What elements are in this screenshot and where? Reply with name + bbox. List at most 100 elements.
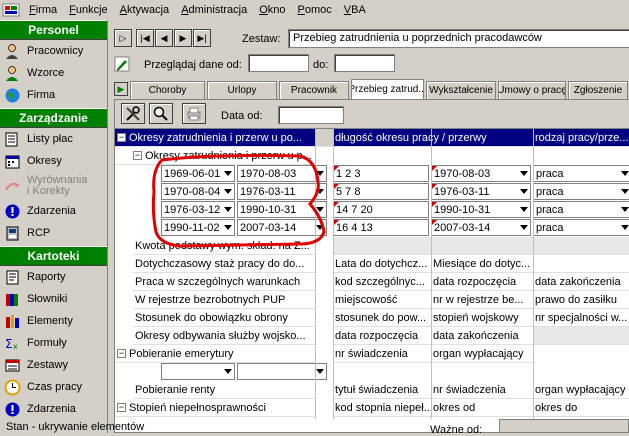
sidebar-item-zdarzenia-1[interactable]: Zdarzenia — [0, 200, 107, 222]
play-button[interactable]: ▷ — [114, 29, 132, 47]
date-combo[interactable]: 2007-03-14 — [431, 219, 531, 236]
menu-pomoc[interactable]: Pomoc — [292, 0, 338, 20]
print-button[interactable] — [182, 103, 206, 124]
menu-aktywacja[interactable]: Aktywacja — [114, 0, 176, 20]
dlugosc-field[interactable]: 16 4 13 — [333, 219, 429, 236]
collapse-icon[interactable]: − — [117, 403, 126, 412]
menu-administracja[interactable]: Administracja — [175, 0, 253, 20]
tab-choroby[interactable]: Choroby — [130, 81, 205, 99]
info-row-c2[interactable]: Miesiące do dotyc... — [431, 255, 533, 273]
info-row-c2[interactable]: data rozpoczęcia — [431, 273, 533, 291]
info-row-c1[interactable]: Lata do dotychcz... — [333, 255, 431, 273]
info-row-c3[interactable] — [533, 255, 629, 273]
stopien-label[interactable]: − Stopień niepełnosprawności — [115, 399, 315, 417]
collapse-icon[interactable]: − — [117, 349, 126, 358]
tab-urlopy[interactable]: Urlopy — [207, 81, 277, 99]
info-row-label[interactable]: Praca w szczególnych warunkach — [133, 273, 315, 291]
sidebar-item-zestawy[interactable]: Zestawy — [0, 354, 107, 376]
renty-c2[interactable]: nr świadczenia — [431, 381, 533, 399]
renty-c3[interactable]: organ wypłacający — [533, 381, 629, 399]
date-from-field[interactable] — [248, 54, 309, 72]
tab-przebieg[interactable]: Przebieg zatrud... — [351, 79, 424, 99]
info-row-label[interactable]: Stosunek do obowiązku obrony — [133, 309, 315, 327]
emerytura-from-combo[interactable] — [161, 363, 235, 380]
edit-pencil-icon[interactable] — [114, 56, 130, 72]
sidebar-item-zdarzenia-2[interactable]: Zdarzenia — [0, 398, 107, 420]
tab-wyksztalcenie[interactable]: Wykształcenie — [426, 81, 496, 99]
tab-scroll-button[interactable]: ▶ — [114, 82, 128, 96]
collapse-icon[interactable]: − — [133, 151, 142, 160]
date-combo[interactable]: 1990-10-31 — [431, 201, 531, 218]
tools-button[interactable] — [121, 103, 145, 124]
menu-vba[interactable]: V BA — [338, 0, 372, 20]
sidebar-item-czas-pracy[interactable]: Czas pracy — [0, 376, 107, 398]
sidebar-header-kartoteki[interactable]: Kartoteki — [0, 246, 107, 266]
grid-header-tree[interactable]: − Okresy zatrudnienia i przerw u po... — [115, 129, 315, 147]
info-row-c2[interactable]: stopień wojskowy — [431, 309, 533, 327]
dlugosc-field[interactable]: 1 2 3 — [333, 165, 429, 182]
rodzaj-combo[interactable]: praca — [533, 219, 629, 236]
date-combo[interactable]: 1970-08-03 — [431, 165, 531, 182]
emerytura-c1[interactable]: nr świadczenia — [333, 345, 431, 363]
sidebar-header-personel[interactable]: Personel — [0, 20, 107, 40]
menu-firma[interactable]: Firma — [23, 0, 63, 20]
play-icon: ▷ — [119, 32, 127, 43]
emerytura-c2[interactable]: organ wypłacający — [431, 345, 533, 363]
sidebar-item-listy-plac[interactable]: Listy płac — [0, 128, 107, 150]
sidebar-item-rcp[interactable]: RCP — [0, 222, 107, 244]
date-combo[interactable]: 1976-03-11 — [431, 183, 531, 200]
emerytura-label[interactable]: − Pobieranie emerytury — [115, 345, 315, 363]
tab-umowy[interactable]: Umowy o pracę — [498, 81, 566, 99]
next-record-button[interactable]: ▶ — [174, 29, 192, 47]
grid-header-rodzaj[interactable]: rodzaj pracy/prze... — [533, 129, 629, 147]
info-row-c1[interactable]: miejscowość — [333, 291, 431, 309]
info-row-c3[interactable]: data zakończenia — [533, 273, 629, 291]
collapse-icon[interactable]: − — [117, 133, 126, 142]
sidebar-item-formuly[interactable]: Σx Formuły — [0, 332, 107, 354]
stopien-c3[interactable]: okres do — [533, 399, 629, 417]
grid-header-dlugosc[interactable]: długość okresu pracy / przerwy — [333, 129, 533, 147]
info-row-c1[interactable]: data rozpoczęcia — [333, 327, 431, 345]
info-row-label[interactable]: W rejestrze bezrobotnych PUP — [133, 291, 315, 309]
last-record-button[interactable]: ▶| — [193, 29, 211, 47]
renty-c1[interactable]: tytuł świadczenia — [333, 381, 431, 399]
stopien-c1[interactable]: kod stopnia niepeł... — [333, 399, 431, 417]
sidebar-header-zarzadzanie[interactable]: Zarządzanie — [0, 108, 107, 128]
sidebar-item-okresy[interactable]: Okresy — [0, 150, 107, 172]
sidebar-item-pracownicy[interactable]: Pracownicy — [0, 40, 107, 62]
date-to-field[interactable] — [334, 54, 395, 72]
sidebar-item-firma[interactable]: Firma — [0, 84, 107, 106]
zestaw-field[interactable]: Przebieg zatrudnienia u poprzednich prac… — [288, 29, 629, 48]
data-od-field[interactable] — [278, 106, 344, 124]
rodzaj-combo[interactable]: praca — [533, 201, 629, 218]
info-row-c3[interactable]: nr specjalności w... — [533, 309, 629, 327]
renty-label[interactable]: Pobieranie renty — [133, 381, 315, 399]
info-row-c3[interactable]: prawo do zasiłku — [533, 291, 629, 309]
renty-row: Pobieranie renty tytuł świadczenia nr św… — [115, 381, 629, 399]
menu-funkcje[interactable]: Funkcje — [63, 0, 114, 20]
info-row-c2[interactable]: nr w rejestrze be... — [431, 291, 533, 309]
info-row-label[interactable]: Okresy odbywania służby wojsko... — [133, 327, 315, 345]
first-record-button[interactable]: |◀ — [136, 29, 154, 47]
dlugosc-field[interactable]: 5 7 8 — [333, 183, 429, 200]
sidebar-item-slowniki[interactable]: Słowniki — [0, 288, 107, 310]
tab-zgloszenie[interactable]: Zgłoszenie — [568, 81, 628, 99]
rodzaj-combo[interactable]: praca — [533, 165, 629, 182]
rodzaj-combo[interactable]: praca — [533, 183, 629, 200]
sidebar-item-elementy[interactable]: Elementy — [0, 310, 107, 332]
info-row-c1[interactable]: kod szczególnyc... — [333, 273, 431, 291]
dlugosc-field[interactable]: 14 7 20 — [333, 201, 429, 218]
menu-okno[interactable]: Okno — [253, 0, 291, 20]
sidebar-item-wzorce[interactable]: Wzorce — [0, 62, 107, 84]
sidebar-item-raporty[interactable]: Raporty — [0, 266, 107, 288]
tab-pracownik[interactable]: Pracownik — [279, 81, 349, 99]
prev-record-button[interactable]: ◀ — [155, 29, 173, 47]
emerytura-to-combo[interactable] — [237, 363, 327, 380]
search-button[interactable] — [149, 103, 173, 124]
app-logo-icon[interactable] — [2, 2, 20, 18]
info-row-label[interactable]: Dotychczasowy staż pracy do do... — [133, 255, 315, 273]
info-row-c2[interactable]: data zakończenia — [431, 327, 533, 345]
sidebar-item-wyrownania[interactable]: Wyrównania i Korekty — [0, 172, 107, 200]
stopien-c2[interactable]: okres od — [431, 399, 533, 417]
info-row-c1[interactable]: stosunek do pow... — [333, 309, 431, 327]
